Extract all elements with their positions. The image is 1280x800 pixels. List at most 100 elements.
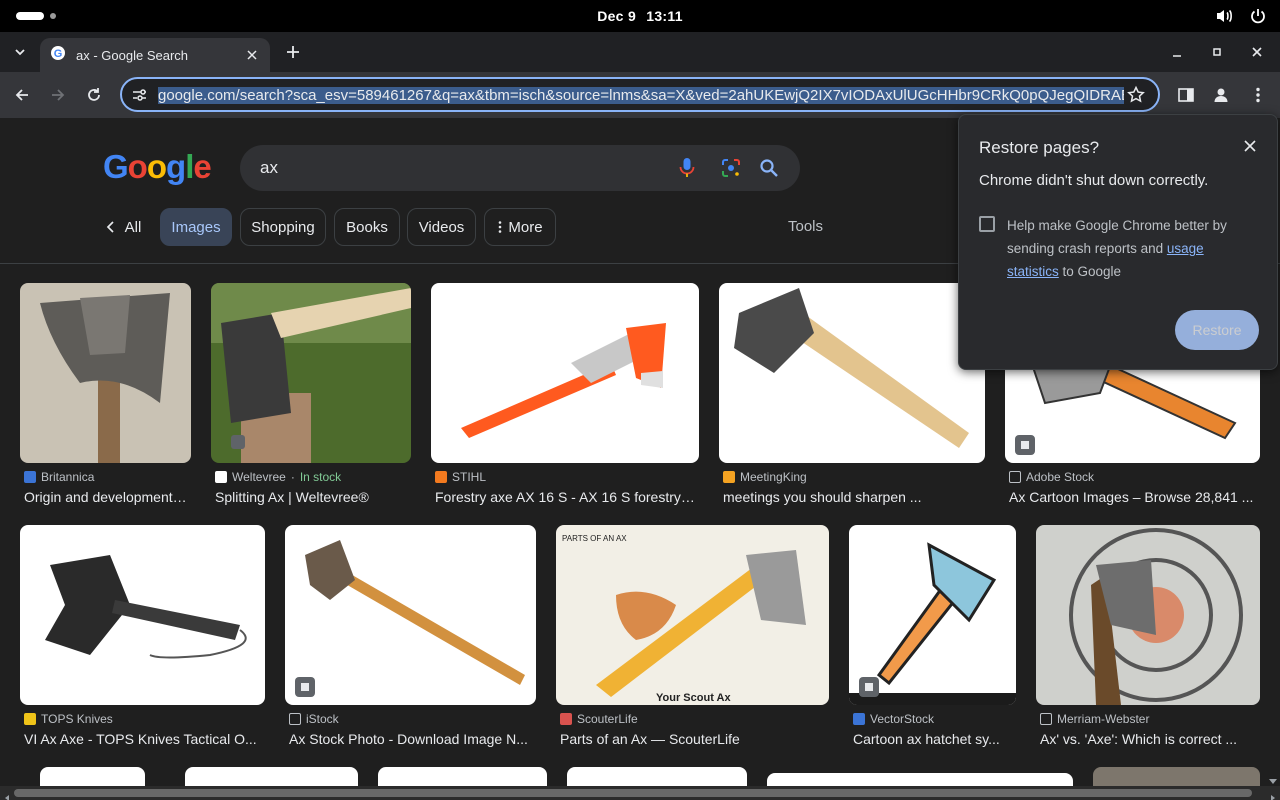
chip-images-label: Images: [171, 218, 221, 236]
result-source: TOPS Knives: [41, 712, 113, 726]
forward-button[interactable]: [46, 83, 70, 107]
address-bar[interactable]: google.com/search?sca_esv=589461267&q=ax…: [120, 77, 1160, 112]
result-thumbnail[interactable]: [719, 283, 985, 463]
result-source: iStock: [306, 712, 339, 726]
scroll-left-icon[interactable]: [3, 789, 11, 800]
weltevree-favicon-icon: [215, 471, 227, 483]
scrollbar-thumb[interactable]: [14, 789, 1252, 797]
result-title[interactable]: Cartoon ax hatchet sy...: [853, 731, 1019, 747]
result-title[interactable]: Ax Stock Photo - Download Image N...: [289, 731, 537, 747]
result-thumbnail[interactable]: [285, 525, 536, 705]
chevron-left-icon: [106, 221, 114, 233]
tab-strip: G ax - Google Search: [0, 32, 1280, 72]
horizontal-scrollbar[interactable]: [0, 786, 1280, 800]
chip-books-label: Books: [346, 218, 388, 236]
google-favicon-icon: G: [50, 45, 66, 66]
istock-favicon-icon: [289, 713, 301, 725]
dialog-title: Restore pages?: [979, 138, 1100, 157]
site-info-icon[interactable]: [130, 86, 148, 104]
svg-text:G: G: [54, 48, 63, 60]
result-title[interactable]: Ax' vs. 'Axe': Which is correct ...: [1040, 731, 1262, 747]
result-thumbnail[interactable]: [431, 283, 699, 463]
browser-toolbar: google.com/search?sca_esv=589461267&q=ax…: [0, 72, 1280, 118]
google-logo[interactable]: Google: [103, 148, 212, 186]
result-title[interactable]: VI Ax Axe - TOPS Knives Tactical O...: [24, 731, 264, 747]
restore-pages-dialog: Restore pages? Chrome didn't shut down c…: [958, 114, 1278, 370]
result-source: Merriam-Webster: [1057, 712, 1150, 726]
volume-icon[interactable]: [1214, 6, 1234, 26]
system-top-bar: Dec 9 13:11: [0, 0, 1280, 32]
kebab-menu-icon: [1256, 87, 1260, 103]
power-icon[interactable]: [1248, 6, 1268, 26]
clock-date: Dec 9: [597, 8, 637, 24]
scouterlife-favicon-icon: [560, 713, 572, 725]
result-source: STIHL: [452, 470, 487, 484]
tab-title: ax - Google Search: [76, 47, 189, 63]
reload-icon: [88, 88, 100, 101]
result-thumbnail[interactable]: [1036, 525, 1260, 705]
url-text[interactable]: google.com/search?sca_esv=589461267&q=ax…: [158, 87, 1124, 104]
result-thumbnail[interactable]: PARTS OF AN AX Your Scout Ax: [556, 525, 829, 705]
close-window-button[interactable]: [1249, 44, 1265, 60]
chip-videos[interactable]: Videos: [407, 208, 476, 246]
bookmark-star-icon[interactable]: [1126, 85, 1146, 110]
result-source: MeetingKing: [740, 470, 807, 484]
chip-images[interactable]: Images: [160, 208, 232, 246]
restore-button[interactable]: Restore: [1175, 310, 1259, 350]
chip-more-label: More: [508, 218, 543, 236]
tab-search-button[interactable]: [8, 40, 32, 64]
tools-button[interactable]: Tools: [788, 218, 823, 235]
result-thumbnail[interactable]: [211, 283, 411, 463]
tops-knives-favicon-icon: [24, 713, 36, 725]
new-tab-button[interactable]: [282, 41, 304, 63]
chevron-down-icon: [15, 49, 25, 56]
result-title[interactable]: Parts of an Ax — ScouterLife: [560, 731, 830, 747]
close-icon: [1252, 47, 1262, 57]
merriam-webster-favicon-icon: [1040, 713, 1052, 725]
arrow-right-icon: [52, 89, 65, 101]
stihl-favicon-icon: [435, 471, 447, 483]
result-title[interactable]: Forestry axe AX 16 S - AX 16 S forestry…: [435, 489, 701, 505]
result-title[interactable]: meetings you should sharpen ...: [723, 489, 989, 505]
result-title[interactable]: Origin and development…: [24, 489, 194, 505]
crash-report-checkbox[interactable]: [979, 216, 995, 232]
close-tab-icon[interactable]: [244, 47, 260, 63]
chip-shopping[interactable]: Shopping: [240, 208, 326, 246]
scroll-right-icon[interactable]: [1269, 789, 1277, 800]
result-thumbnail[interactable]: [20, 525, 265, 705]
result-source: ScouterLife: [577, 712, 638, 726]
britannica-favicon-icon: [24, 471, 36, 483]
result-thumbnail[interactable]: [20, 283, 191, 463]
dialog-message: Chrome didn't shut down correctly.: [979, 172, 1209, 189]
checkbox-text-suffix: to Google: [1058, 264, 1122, 279]
profile-button[interactable]: [1210, 84, 1232, 106]
google-lens-icon[interactable]: [720, 157, 742, 179]
search-box[interactable]: ax: [240, 145, 800, 191]
result-source: Britannica: [41, 470, 95, 484]
tab-google-search[interactable]: G ax - Google Search: [40, 38, 270, 72]
chrome-menu-button[interactable]: [1247, 84, 1269, 106]
scroll-down-icon[interactable]: [1268, 772, 1278, 790]
search-query[interactable]: ax: [260, 158, 278, 178]
chip-shopping-label: Shopping: [251, 218, 315, 236]
result-source: Weltevree: [232, 470, 286, 484]
microphone-icon[interactable]: [676, 157, 698, 179]
reload-button[interactable]: [82, 83, 106, 107]
back-button[interactable]: [10, 83, 34, 107]
result-title[interactable]: Ax Cartoon Images – Browse 28,841 ...: [1009, 489, 1261, 505]
plus-icon: [287, 46, 299, 58]
chip-all-label: All: [124, 218, 142, 236]
result-title[interactable]: Splitting Ax | Weltevree®: [215, 489, 415, 505]
profile-icon: [1214, 88, 1228, 102]
side-panel-button[interactable]: [1175, 84, 1197, 106]
minimize-button[interactable]: [1169, 44, 1185, 60]
clock[interactable]: Dec 9 13:11: [0, 8, 1280, 24]
arrow-left-icon: [15, 89, 28, 101]
close-dialog-icon[interactable]: [1241, 137, 1259, 155]
search-icon[interactable]: [758, 157, 780, 179]
chip-all[interactable]: All: [92, 208, 154, 246]
scout-caption: Your Scout Ax: [656, 692, 731, 704]
maximize-button[interactable]: [1209, 44, 1225, 60]
chip-books[interactable]: Books: [334, 208, 400, 246]
chip-more[interactable]: More: [484, 208, 556, 246]
